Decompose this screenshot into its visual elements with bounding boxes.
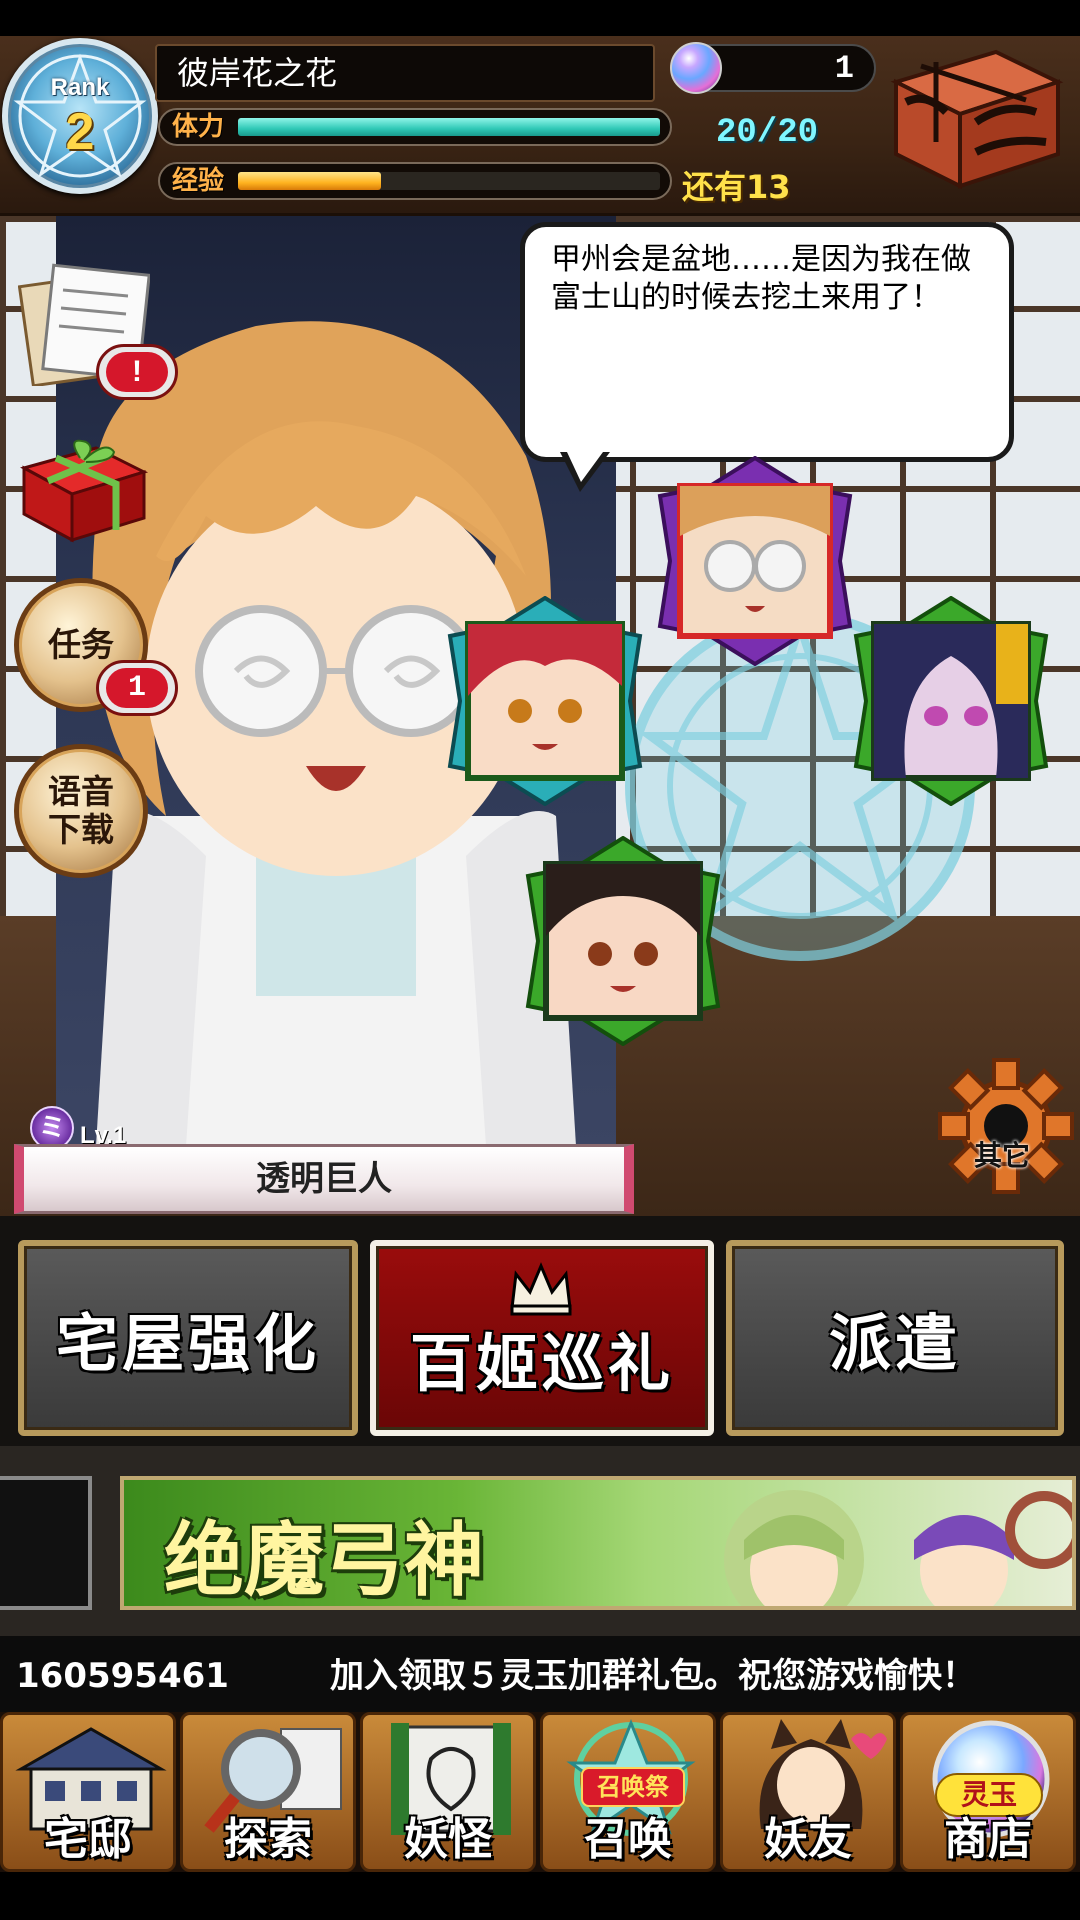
event-banner-row: 绝魔弓神	[0, 1446, 1080, 1636]
party-member-green-2	[525, 835, 721, 1047]
gear-icon[interactable]	[936, 1056, 1076, 1196]
nav-explore[interactable]: 探索	[180, 1712, 356, 1872]
nav-home[interactable]: 宅邸	[0, 1712, 176, 1872]
other-label: 其它	[974, 1139, 1031, 1172]
dispatch-label: 派遣	[828, 1307, 961, 1380]
stamina-bar: 体力	[158, 108, 672, 146]
party-member-purple	[657, 455, 853, 667]
stamina-value: 20/20	[716, 114, 819, 152]
dispatch-button[interactable]: 派遣	[726, 1240, 1064, 1436]
exp-fill	[238, 172, 382, 190]
nav-youkai[interactable]: 妖怪	[360, 1712, 536, 1872]
nav-summon-label: 召唤	[584, 1814, 672, 1865]
news-ticker: 160595461 加入领取５灵玉加群礼包。祝您游戏愉快！	[0, 1636, 1080, 1724]
nav-home-label: 宅邸	[44, 1814, 132, 1865]
house-enhance-button[interactable]: 宅屋强化	[18, 1240, 358, 1436]
bottom-nav: 宅邸 探索 妖怪 召唤祭 召唤 妖友 灵玉 商店	[0, 1712, 1080, 1872]
nav-friends[interactable]: 妖友	[720, 1712, 896, 1872]
task-badge-count: 1	[106, 668, 168, 708]
banner-characters	[724, 1490, 1072, 1606]
notice-badge: !	[96, 344, 178, 400]
rank-value: 2	[65, 103, 95, 161]
event-banner[interactable]: 绝魔弓神	[120, 1476, 1076, 1610]
nav-explore-label: 探索	[224, 1814, 312, 1865]
ticker-group-number: 160595461	[16, 1656, 229, 1696]
character-nameplate[interactable]: 透明巨人	[14, 1144, 634, 1214]
player-name: 彼岸花之花	[155, 44, 655, 102]
voice-download-label: 语音 下载	[48, 772, 114, 849]
nav-shop[interactable]: 灵玉 商店	[900, 1712, 1076, 1872]
nav-summon[interactable]: 召唤祭 召唤	[540, 1712, 716, 1872]
status-header: Rank 2 彼岸花之花 1 体力 20/20 经验 还有13	[0, 36, 1080, 216]
summon-festival-tag: 召唤祭	[581, 1767, 685, 1807]
gem-counter[interactable]: 1	[670, 42, 876, 94]
speech-bubble: 甲州会是盆地……是因为我在做富士山的时候去挖土来用了！	[520, 222, 1014, 462]
gem-count: 1	[834, 50, 854, 87]
party-member-frame[interactable]	[440, 595, 650, 807]
task-badge: 1	[96, 660, 178, 716]
exp-remaining: 还有13	[682, 168, 791, 206]
notice-badge-text: !	[106, 352, 168, 392]
party-member-teal	[447, 595, 643, 807]
party-member-green	[853, 595, 1049, 807]
exp-label: 经验	[172, 166, 225, 196]
nav-friends-label: 妖友	[764, 1814, 852, 1865]
rank-label: Rank	[50, 74, 110, 101]
spirit-orb-icon	[670, 42, 722, 94]
ticker-message: 加入领取５灵玉加群礼包。祝您游戏愉快！	[330, 1656, 976, 1696]
party-member-frame[interactable]	[846, 595, 1056, 807]
nav-youkai-label: 妖怪	[404, 1814, 492, 1865]
gift-box-icon[interactable]	[16, 432, 150, 544]
party-member-frame[interactable]	[650, 455, 860, 667]
nav-shop-label: 商店	[944, 1814, 1032, 1865]
stamina-label: 体力	[172, 112, 225, 142]
treasure-chest-icon[interactable]	[876, 42, 1068, 192]
princess-parade-label: 百姬巡礼	[409, 1327, 674, 1400]
stamina-fill	[238, 118, 660, 136]
action-row: 宅屋强化 百姬巡礼 派遣	[0, 1216, 1080, 1446]
previous-banner[interactable]	[0, 1476, 92, 1610]
crown-icon	[510, 1262, 572, 1316]
rank-badge[interactable]: Rank 2	[2, 38, 158, 194]
house-enhance-label: 宅屋强化	[55, 1307, 320, 1380]
voice-download-button[interactable]: 语音 下载	[14, 744, 148, 878]
system-nav-strip	[0, 1872, 1080, 1920]
main-scene: 甲州会是盆地……是因为我在做富士山的时候去挖土来用了！ ! 任务 1 语音 下载	[0, 216, 1080, 1216]
event-banner-title: 绝魔弓神	[164, 1513, 484, 1607]
party-member-frame[interactable]	[518, 835, 728, 1047]
exp-bar: 经验	[158, 162, 672, 200]
